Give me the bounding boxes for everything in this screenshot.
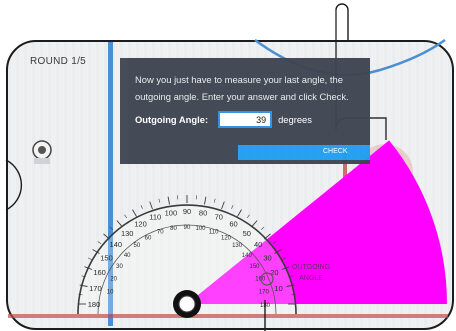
rink-graphics: 1020304050607080901001101201301401501601… <box>5 3 448 331</box>
board-red-edge <box>8 314 448 318</box>
protractor-tick <box>221 201 225 210</box>
protractor-label: 80 <box>199 208 207 217</box>
protractor-label: 30 <box>116 264 123 270</box>
protractor-tick <box>116 220 123 227</box>
protractor-tick <box>149 201 153 210</box>
outgoing-angle-input[interactable] <box>218 111 273 128</box>
protractor-label: 60 <box>145 236 152 242</box>
angle-input-row: Outgoing Angle: degrees <box>135 111 312 128</box>
protractor-tick <box>260 226 265 231</box>
protractor-tick <box>251 220 258 227</box>
outgoing-angle-label: OUTGOING ANGLE <box>291 264 331 282</box>
measure-angle-dialog: Now you just have to measure your last a… <box>120 58 370 164</box>
protractor-tick <box>204 196 207 205</box>
protractor-label: 110 <box>149 213 161 222</box>
protractor-tick <box>237 209 242 217</box>
protractor-tick <box>124 214 128 219</box>
protractor-tick <box>158 198 161 203</box>
check-button[interactable]: CHECK <box>238 145 370 160</box>
protractor-label: 50 <box>243 229 251 238</box>
protractor-label: 70 <box>157 230 164 236</box>
protractor-label: 90 <box>183 207 191 216</box>
protractor-label: 140 <box>242 253 253 259</box>
outgoing-angle-field-label: Outgoing Angle: <box>135 114 209 125</box>
protractor-label: 70 <box>215 213 223 222</box>
protractor-label: 50 <box>134 243 141 249</box>
protractor-tick <box>246 214 250 219</box>
player-icon <box>32 140 52 164</box>
protractor-tick <box>213 198 216 203</box>
protractor-tick <box>167 196 170 205</box>
protractor-label: 100 <box>165 208 178 217</box>
protractor-label: 120 <box>134 220 147 229</box>
protractor-tick <box>97 241 102 245</box>
protractor-label: 170 <box>89 284 102 293</box>
protractor-tick <box>231 205 234 209</box>
protractor-label: 80 <box>170 226 177 232</box>
protractor-label: 40 <box>254 240 262 249</box>
game-stage: 10 20 30 40 50 60 70 80 90 100 110 120 130 140 150 160 1… <box>0 0 456 331</box>
protractor-label: 130 <box>121 229 134 238</box>
protractor-label: 20 <box>110 276 117 282</box>
protractor-label: 100 <box>195 226 206 232</box>
protractor-label: 180 <box>88 300 101 309</box>
protractor-label: 120 <box>221 236 232 242</box>
protractor-label: 170 <box>259 290 270 296</box>
protractor-label: 60 <box>229 220 237 229</box>
protractor-label: 40 <box>124 253 131 259</box>
protractor-label: 90 <box>184 225 191 231</box>
protractor-label: 10 <box>107 290 114 296</box>
protractor-tick <box>140 205 143 209</box>
round-indicator: ROUND 1/5 <box>30 56 87 67</box>
protractor-label: 30 <box>263 254 271 263</box>
protractor-label: 150 <box>249 264 260 270</box>
protractor-label: 130 <box>232 243 243 249</box>
protractor-label: 160 <box>93 268 106 277</box>
check-button-label: CHECK <box>323 148 348 155</box>
callout-line-left <box>5 159 23 211</box>
protractor-tick <box>88 257 92 260</box>
protractor-tick <box>132 209 137 217</box>
protractor-label: 10 <box>274 284 282 293</box>
protractor-label: 110 <box>209 230 219 236</box>
units-label: degrees <box>278 114 312 125</box>
protractor-label: 150 <box>100 254 113 263</box>
protractor-label: 140 <box>110 240 123 249</box>
dialog-instruction: Now you just have to measure your last a… <box>135 74 349 102</box>
callout-line-top <box>335 3 349 40</box>
